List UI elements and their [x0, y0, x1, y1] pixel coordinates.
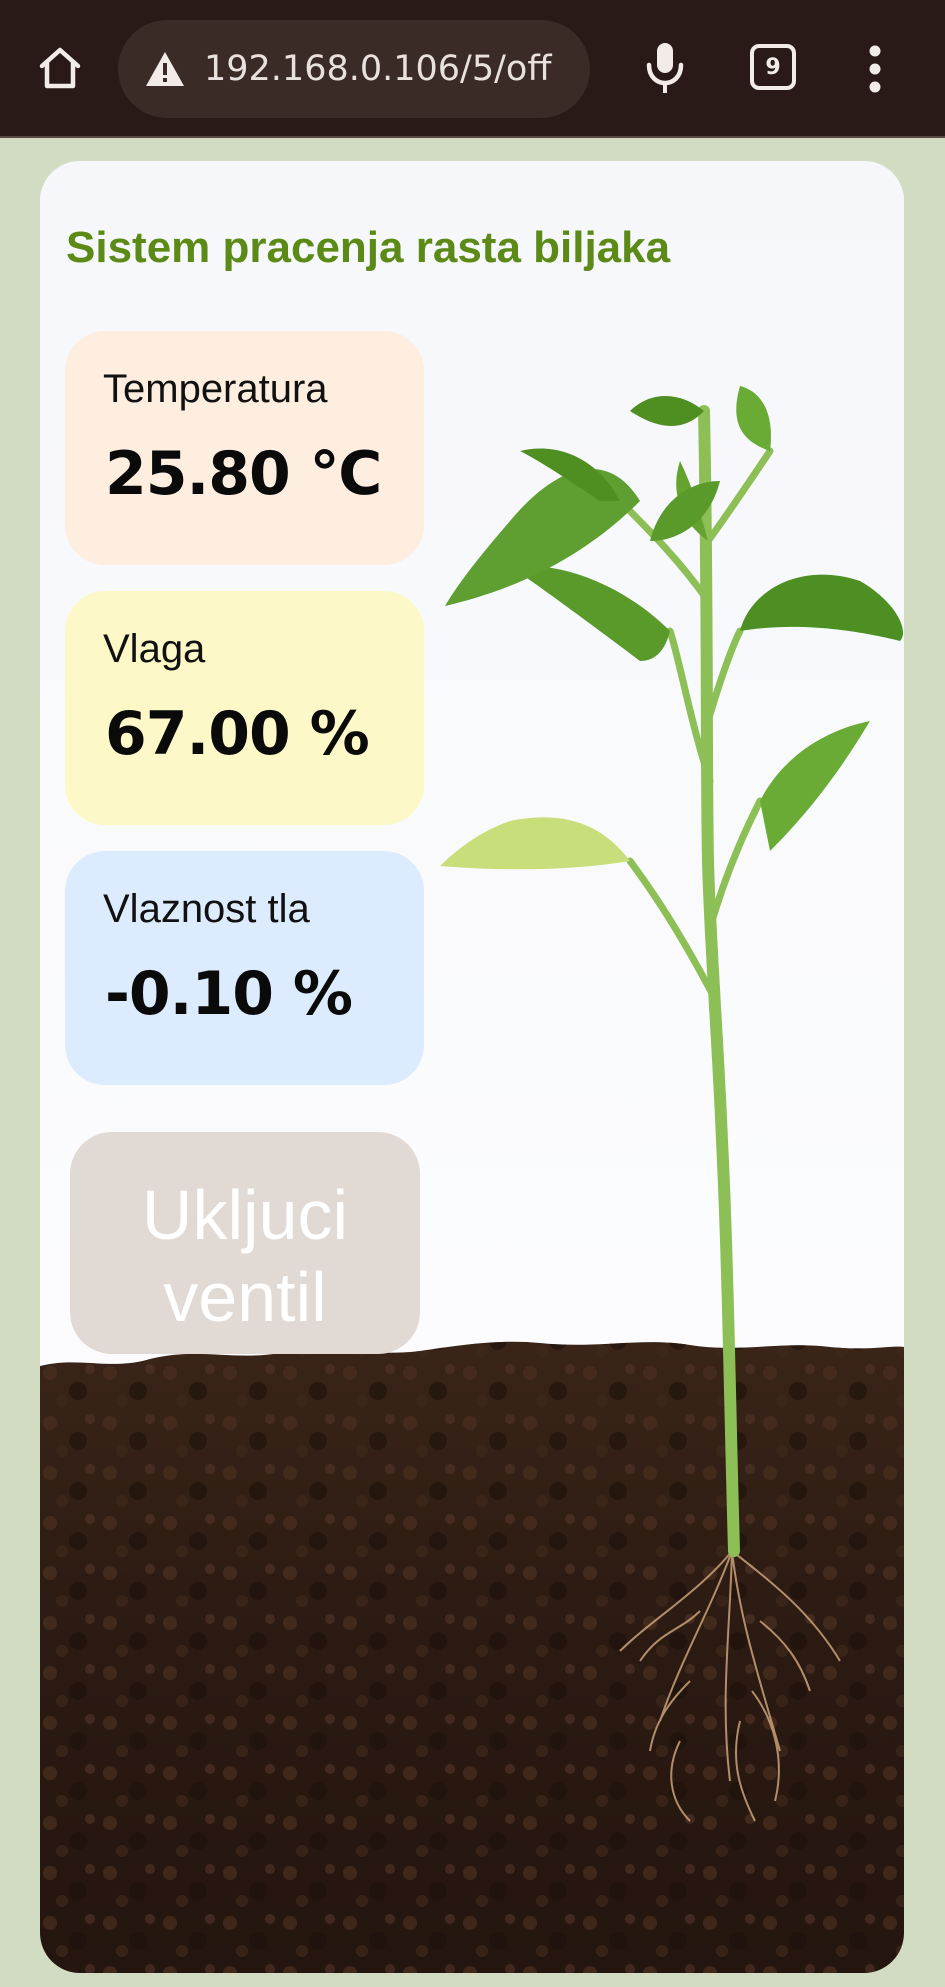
- browser-toolbar: 192.168.0.106/5/off 9: [0, 0, 945, 138]
- warning-triangle-icon: [146, 52, 184, 86]
- more-vert-icon: [869, 45, 881, 93]
- home-button[interactable]: [22, 30, 98, 106]
- turn-on-valve-button[interactable]: Ukljuci ventil: [70, 1132, 420, 1354]
- tab-switcher-button[interactable]: 9: [750, 44, 796, 90]
- humidity-card: Vlaga 67.00 %: [65, 591, 424, 825]
- temperature-label: Temperatura: [103, 367, 328, 411]
- temperature-value: 25.80 ℃: [105, 439, 382, 509]
- humidity-value: 67.00 %: [105, 699, 370, 769]
- address-bar[interactable]: 192.168.0.106/5/off: [118, 20, 590, 118]
- more-options-button[interactable]: [848, 36, 902, 102]
- url-text: 192.168.0.106/5/off: [204, 49, 552, 89]
- soil-moisture-value: -0.10 %: [105, 959, 353, 1029]
- dashboard-card: Sistem pracenja rasta biljaka Temperatur…: [40, 161, 904, 1973]
- humidity-label: Vlaga: [103, 627, 206, 671]
- soil-moisture-label: Vlaznost tla: [103, 887, 310, 931]
- page-title: Sistem pracenja rasta biljaka: [66, 223, 671, 272]
- temperature-card: Temperatura 25.80 ℃: [65, 331, 424, 565]
- voice-search-button[interactable]: [630, 30, 700, 108]
- soil-moisture-card: Vlaznost tla -0.10 %: [65, 851, 424, 1085]
- home-icon: [39, 47, 81, 89]
- microphone-icon: [646, 43, 684, 93]
